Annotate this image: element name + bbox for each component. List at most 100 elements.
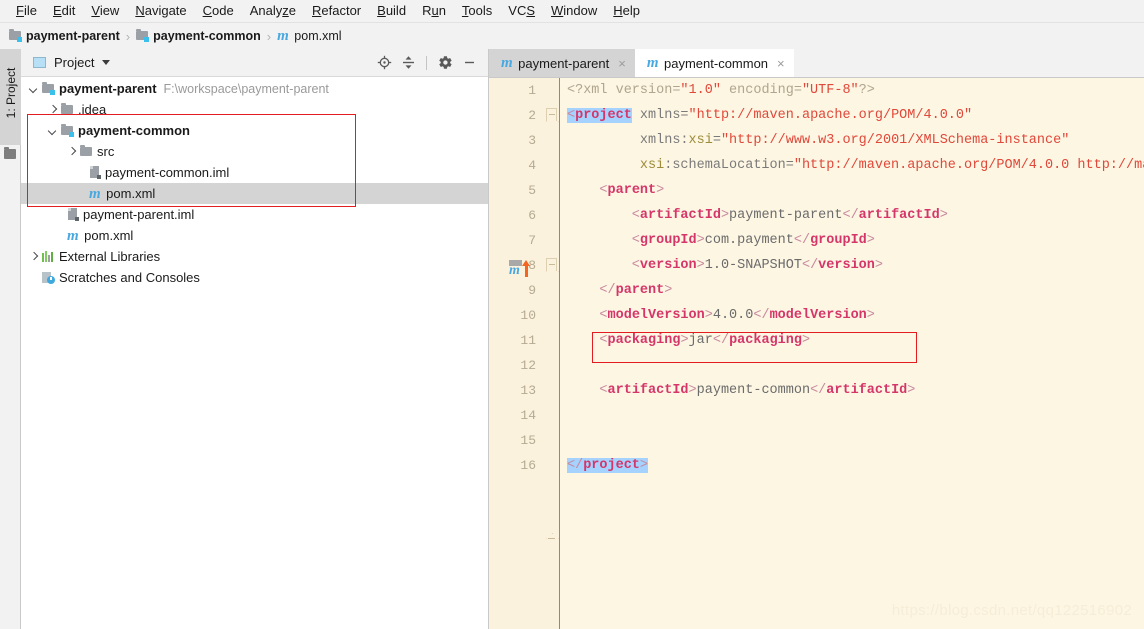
line-number: 5 — [528, 183, 536, 198]
maven-icon: m — [501, 55, 513, 71]
line-number-gutter: 1 2 3 4 5 6 7 8 9 10 11 12 13 14 15 16 m — [489, 78, 543, 629]
breadcrumb-item-payment-parent[interactable]: payment-parent — [9, 23, 120, 49]
project-panel-header: Project — [21, 49, 488, 77]
maven-update-icon[interactable]: m — [509, 260, 535, 280]
editor-tab-payment-common[interactable]: m payment-common × — [634, 49, 794, 77]
editor-tab-payment-parent[interactable]: m payment-parent × — [489, 49, 635, 77]
menu-item-run[interactable]: Run — [414, 0, 454, 22]
breadcrumb-label: payment-parent — [26, 29, 120, 43]
code-editor[interactable]: 1 2 3 4 5 6 7 8 9 10 11 12 13 14 15 16 m — [489, 78, 1144, 629]
tree-row-payment-common-iml[interactable]: payment-common.iml — [21, 162, 488, 183]
tree-row-scratches-and-consoles[interactable]: Scratches and Consoles — [21, 267, 488, 288]
menu-item-navigate[interactable]: Navigate — [127, 0, 194, 22]
menu-item-edit[interactable]: Edit — [45, 0, 83, 22]
line-number: 12 — [520, 358, 536, 373]
editor-tab-label: payment-parent — [518, 55, 610, 71]
collapse-all-svg — [402, 56, 414, 69]
fold-marker-end-project[interactable] — [546, 533, 559, 543]
toolbar-divider — [426, 55, 427, 70]
line-number: 11 — [520, 333, 536, 348]
project-view-icon — [33, 57, 46, 68]
line-number: 2 — [528, 108, 536, 123]
tree-row-pom-xml-common[interactable]: m pom.xml — [21, 183, 488, 204]
chevron-down-icon[interactable] — [48, 126, 58, 136]
menu-item-code[interactable]: Code — [195, 0, 242, 22]
close-icon[interactable]: × — [618, 57, 626, 70]
module-icon — [61, 123, 74, 137]
tree-row-external-libraries[interactable]: External Libraries — [21, 246, 488, 267]
breadcrumb: payment-parent › payment-common › m pom.… — [0, 23, 1144, 49]
line-number: 10 — [520, 308, 536, 323]
tree-row-label: External Libraries — [59, 249, 161, 264]
menu-bar: File Edit View Navigate Code Analyze Ref… — [0, 0, 1144, 23]
code-line-10: <modelVersion>4.0.0</modelVersion> — [567, 308, 875, 323]
breadcrumb-label: payment-common — [153, 29, 261, 43]
module-icon — [9, 29, 22, 42]
external-libraries-icon — [42, 251, 55, 262]
editor: m payment-parent × m payment-common × 1 … — [489, 49, 1144, 629]
minimize-icon[interactable] — [458, 52, 480, 74]
settings-gear-icon[interactable] — [434, 52, 456, 74]
tool-window-bar-left: 1: Project — [0, 49, 21, 629]
menu-item-view[interactable]: View — [83, 0, 127, 22]
collapse-all-icon[interactable] — [397, 52, 419, 74]
menu-item-file[interactable]: File — [8, 0, 45, 22]
breadcrumb-separator: › — [125, 28, 131, 44]
project-panel-title: Project — [54, 55, 95, 70]
tree-row-label: pom.xml — [106, 186, 156, 201]
tree-row-src[interactable]: src — [21, 141, 488, 162]
tree-row-path: F:\workspace\payment-parent — [163, 81, 329, 96]
line-number: 4 — [528, 158, 536, 173]
chevron-down-icon[interactable] — [102, 60, 111, 65]
editor-tab-bar: m payment-parent × m payment-common × — [489, 49, 1144, 78]
code-line-8: <version>1.0-SNAPSHOT</version> — [567, 258, 883, 273]
chevron-down-icon[interactable] — [29, 84, 39, 94]
code-line-9: </parent> — [567, 283, 673, 298]
chevron-right-icon[interactable] — [48, 105, 58, 115]
menu-item-refactor[interactable]: Refactor — [304, 0, 369, 22]
menu-item-analyze[interactable]: Analyze — [242, 0, 304, 22]
tree-row-payment-parent-iml[interactable]: payment-parent.iml — [21, 204, 488, 225]
code-text-area[interactable]: <?xml version="1.0" encoding="UTF-8"?> <… — [560, 78, 1144, 629]
breadcrumb-item-pom-xml[interactable]: m pom.xml — [277, 23, 341, 49]
tool-window-tab-label: 1: Project — [4, 67, 18, 119]
menu-item-vcs[interactable]: VCS — [500, 0, 543, 22]
menu-item-tools[interactable]: Tools — [454, 0, 500, 22]
folder-icon — [61, 103, 74, 115]
module-icon — [42, 81, 55, 95]
folder-icon — [80, 145, 93, 157]
menu-item-build[interactable]: Build — [369, 0, 414, 22]
close-icon[interactable]: × — [777, 57, 785, 70]
fold-marker-parent[interactable] — [546, 258, 557, 271]
breadcrumb-separator: › — [266, 28, 272, 44]
tree-row-payment-common[interactable]: payment-common — [21, 120, 488, 141]
breadcrumb-item-payment-common[interactable]: payment-common — [136, 23, 261, 49]
line-number: 1 — [528, 83, 536, 98]
line-number: 13 — [520, 383, 536, 398]
line-number: 15 — [520, 433, 536, 448]
code-line-2: <project xmlns="http://maven.apache.org/… — [567, 108, 973, 123]
code-folding-gutter[interactable] — [543, 78, 560, 629]
menu-item-help[interactable]: Help — [605, 0, 648, 22]
chevron-right-icon[interactable] — [29, 252, 39, 262]
code-line-1: <?xml version="1.0" encoding="UTF-8"?> — [567, 83, 875, 98]
gear-svg — [438, 56, 452, 69]
line-number: 9 — [528, 283, 536, 298]
folder-icon — [4, 147, 16, 159]
tree-row-payment-parent[interactable]: payment-parent F:\workspace\payment-pare… — [21, 78, 488, 99]
tree-row-label: payment-common — [78, 123, 190, 138]
tool-window-tab-project[interactable]: 1: Project — [0, 49, 21, 145]
tree-row-label: payment-common.iml — [105, 165, 230, 180]
chevron-right-icon[interactable] — [67, 147, 77, 157]
minimize-svg — [464, 61, 474, 64]
locate-file-icon[interactable] — [373, 52, 395, 74]
editor-tab-label: payment-common — [664, 55, 769, 71]
fold-marker-project[interactable] — [546, 108, 557, 121]
tree-row-label: src — [97, 144, 115, 159]
tree-row-pom-xml-parent[interactable]: m pom.xml — [21, 225, 488, 246]
tree-row-idea[interactable]: .idea — [21, 99, 488, 120]
code-line-13: <artifactId>payment-common</artifactId> — [567, 383, 916, 398]
menu-item-window[interactable]: Window — [543, 0, 605, 22]
scratches-icon — [42, 271, 55, 284]
